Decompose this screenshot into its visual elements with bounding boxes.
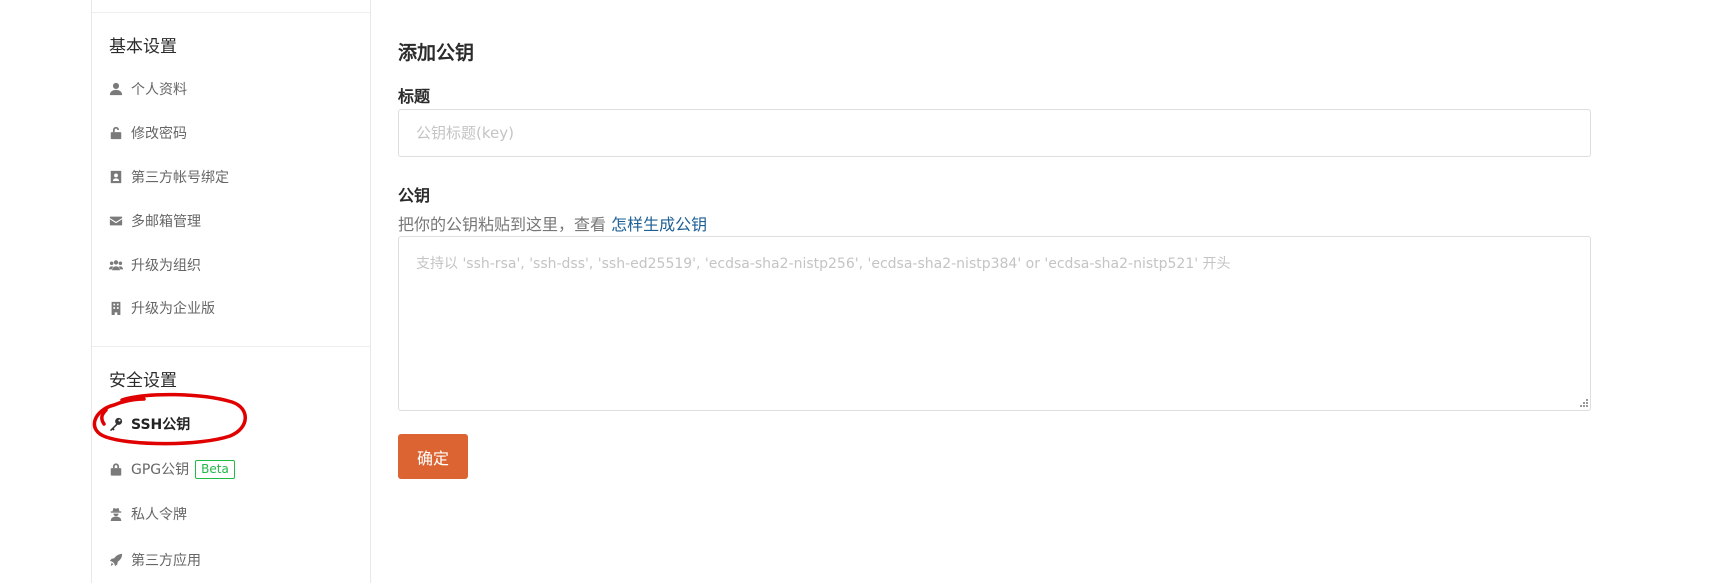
sidebar-item-upgrade-enterprise[interactable]: 升级为企业版 — [108, 296, 215, 320]
page-title: 添加公钥 — [398, 42, 475, 64]
sidebar-item-change-password[interactable]: 修改密码 — [108, 121, 187, 145]
sidebar-item-upgrade-organization[interactable]: 升级为组织 — [108, 253, 201, 277]
confirm-button[interactable]: 确定 — [398, 434, 468, 479]
sidebar-item-ssh-keys[interactable]: SSH公钥 — [108, 412, 190, 436]
public-key-helper: 把你的公钥粘贴到这里，查看 怎样生成公钥 — [398, 211, 707, 235]
public-key-field-label: 公钥 — [398, 186, 431, 205]
users-icon — [108, 257, 124, 273]
basic-settings-title: 基本设置 — [109, 37, 177, 57]
unlock-icon — [108, 125, 124, 141]
sidebar-item-label: 修改密码 — [131, 126, 187, 142]
building-icon — [108, 300, 124, 316]
sidebar-item-label: SSH公钥 — [131, 417, 191, 433]
sidebar-item-label: 第三方帐号绑定 — [131, 170, 229, 186]
beta-badge: Beta — [195, 459, 235, 479]
sidebar-item-label: 多邮箱管理 — [131, 214, 201, 230]
how-to-generate-key-link[interactable]: 怎样生成公钥 — [611, 215, 707, 234]
user-icon — [108, 81, 124, 97]
sidebar-item-gpg-keys[interactable]: GPG公钥 Beta — [108, 457, 235, 481]
sidebar-item-third-party-apps[interactable]: 第三方应用 — [108, 548, 201, 572]
sidebar-item-third-party-binding[interactable]: 第三方帐号绑定 — [108, 165, 229, 189]
sidebar-item-private-tokens[interactable]: 私人令牌 — [108, 502, 187, 526]
public-key-textarea[interactable] — [398, 236, 1591, 411]
key-title-input[interactable] — [398, 109, 1591, 157]
lock-icon — [108, 461, 124, 477]
sidebar-item-label: 私人令牌 — [131, 507, 187, 523]
security-settings-title: 安全设置 — [109, 371, 177, 391]
settings-sidebar: 基本设置 个人资料 修改密码 第三方帐号绑定 多邮箱管理 升级为组织 升级为企业… — [91, 0, 371, 583]
settings-page: 基本设置 个人资料 修改密码 第三方帐号绑定 多邮箱管理 升级为组织 升级为企业… — [0, 0, 1710, 583]
envelope-icon — [108, 213, 124, 229]
sidebar-divider — [92, 12, 370, 13]
sidebar-divider — [92, 346, 370, 347]
sidebar-item-profile[interactable]: 个人资料 — [108, 77, 187, 101]
user-secret-icon — [108, 506, 124, 522]
key-icon — [108, 416, 124, 432]
sidebar-item-label: 升级为企业版 — [131, 301, 215, 317]
sidebar-item-label: 个人资料 — [131, 82, 187, 98]
resize-grip-icon[interactable] — [1578, 397, 1589, 408]
sidebar-item-label: 升级为组织 — [131, 258, 201, 274]
helper-text: 把你的公钥粘贴到这里，查看 — [398, 215, 607, 234]
rocket-icon — [108, 552, 124, 568]
id-card-icon — [108, 169, 124, 185]
title-field-label: 标题 — [398, 87, 431, 106]
sidebar-item-label: 第三方应用 — [131, 553, 201, 569]
sidebar-item-email-management[interactable]: 多邮箱管理 — [108, 209, 201, 233]
sidebar-item-label: GPG公钥 — [131, 462, 190, 478]
